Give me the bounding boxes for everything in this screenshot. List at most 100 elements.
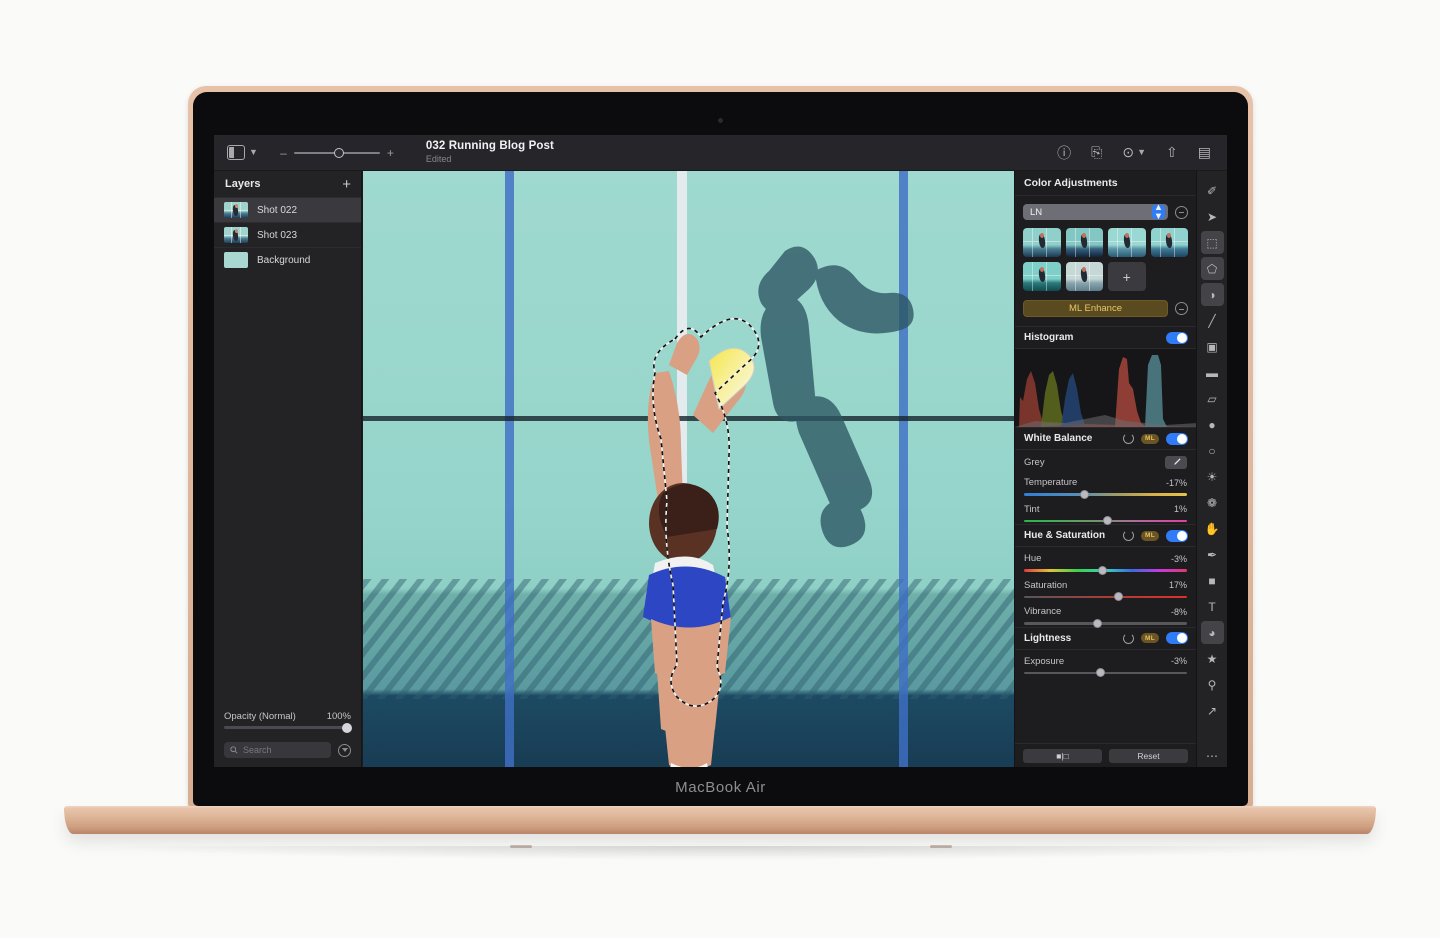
retouch-icon[interactable]: ✐	[1201, 179, 1224, 202]
control-slider[interactable]	[1024, 618, 1187, 628]
reset-button[interactable]: Reset	[1109, 748, 1188, 763]
view-mode-button[interactable]: ▼	[227, 145, 258, 160]
zoom-in-button[interactable]: +	[387, 147, 394, 159]
histogram-svg	[1015, 355, 1196, 427]
adjustment-sections: White Balance ML Grey Temperature -17% Tint 1%…	[1015, 427, 1196, 678]
revert-icon[interactable]	[1123, 632, 1134, 644]
preset-thumbnail[interactable]	[1023, 228, 1061, 257]
ml-enhance-row: ML Enhance	[1015, 300, 1196, 326]
layer-row[interactable]: Shot 023	[214, 222, 361, 247]
dodge-burn-icon[interactable]: ○	[1201, 439, 1224, 462]
control-label: Vibrance	[1024, 606, 1062, 617]
shape-icon[interactable]: ■	[1201, 569, 1224, 592]
sharpen-icon[interactable]: ☀	[1201, 465, 1224, 488]
add-preset-button[interactable]: +	[1108, 262, 1146, 291]
marquee-select-icon[interactable]: ⬚	[1200, 231, 1224, 254]
lasso-select-icon[interactable]: ⬠	[1200, 257, 1224, 280]
layers-footer: Opacity (Normal) 100% Search	[214, 705, 361, 767]
export-icon[interactable]: ⎘	[1091, 144, 1102, 161]
opacity-row[interactable]: Opacity (Normal) 100%	[224, 705, 351, 726]
ml-badge[interactable]: ML	[1141, 433, 1159, 444]
control-slider[interactable]	[1024, 565, 1187, 575]
control-label: Hue	[1024, 553, 1042, 564]
laptop-shadow	[110, 846, 1330, 860]
control-value: -3%	[1170, 656, 1187, 666]
text-icon[interactable]: T	[1201, 595, 1224, 618]
liquify-icon[interactable]: ✋	[1201, 517, 1224, 540]
section-toggle[interactable]	[1166, 529, 1188, 542]
eyedropper-icon[interactable]	[1165, 456, 1187, 469]
control-slider[interactable]	[1024, 489, 1187, 499]
layer-row[interactable]: Background	[214, 247, 361, 272]
slider-knob[interactable]	[1092, 618, 1102, 628]
search-input[interactable]: Search	[224, 742, 331, 758]
paint-bucket-icon[interactable]: ▣	[1201, 335, 1224, 358]
gradient-icon[interactable]: ◕	[1200, 621, 1224, 644]
smudge-icon[interactable]: ❁	[1201, 491, 1224, 514]
info-icon[interactable]: ⓘ	[1057, 143, 1071, 163]
ml-enhance-button[interactable]: ML Enhance	[1023, 300, 1168, 317]
minus-circle-icon[interactable]	[1175, 205, 1188, 219]
revert-icon[interactable]	[1123, 433, 1134, 444]
effects-icon[interactable]: ★	[1201, 647, 1224, 670]
layer-name: Shot 022	[257, 204, 298, 216]
chevron-down-icon: ▼	[249, 147, 258, 157]
control-value: -17%	[1165, 477, 1187, 488]
control-slider[interactable]	[1024, 592, 1187, 602]
zoom-slider[interactable]: – +	[280, 147, 394, 159]
inspector-toggle-icon[interactable]: ▤	[1198, 144, 1211, 161]
slider-knob[interactable]	[1102, 516, 1112, 526]
revert-icon[interactable]	[1123, 530, 1134, 541]
adjustment-control: Temperature -17%	[1015, 471, 1196, 499]
move-pointer-icon[interactable]: ➤	[1201, 205, 1224, 228]
slider-knob[interactable]	[1097, 565, 1107, 575]
opacity-slider[interactable]	[224, 722, 352, 733]
layers-panel: Layers + Shot 022 Shot 023 Background Opac…	[214, 171, 362, 767]
preset-select[interactable]: LN ▲ ▼	[1023, 202, 1168, 221]
control-value: -3%	[1170, 553, 1187, 564]
filter-icon[interactable]	[338, 743, 351, 757]
minus-circle-icon[interactable]	[1175, 302, 1188, 315]
clone-stamp-icon[interactable]: ●	[1201, 413, 1224, 436]
more-tools-icon[interactable]: ⋯	[1201, 744, 1224, 767]
share-icon[interactable]: ⇧	[1166, 144, 1178, 161]
color-picker-icon[interactable]: ↗	[1201, 699, 1224, 722]
layer-thumbnail	[224, 202, 248, 218]
control-label: Exposure	[1024, 655, 1065, 667]
preset-thumbnail[interactable]	[1150, 228, 1188, 257]
brush-icon[interactable]: ╱	[1201, 309, 1224, 332]
adjustment-control: Exposure -3%	[1015, 650, 1196, 678]
image-canvas[interactable]	[363, 171, 1014, 767]
section-toggle[interactable]	[1166, 632, 1188, 644]
ml-badge[interactable]: ML	[1141, 530, 1159, 541]
layers-title: Layers	[225, 178, 261, 190]
pen-icon[interactable]: ✒	[1201, 543, 1224, 566]
compare-button[interactable]: ■|□	[1023, 748, 1102, 763]
slider-knob[interactable]	[1079, 489, 1089, 499]
stepper-arrows-icon[interactable]: ▲ ▼	[1152, 202, 1165, 221]
control-slider[interactable]	[1024, 668, 1187, 678]
more-options-icon[interactable]: ⊙ ▼	[1122, 144, 1146, 161]
eraser-icon[interactable]: ▱	[1201, 387, 1224, 410]
inspector-title: Color Adjustments	[1015, 171, 1196, 196]
slider-knob[interactable]	[1096, 668, 1106, 678]
blur-icon[interactable]: ▬	[1201, 361, 1224, 384]
zoom-knob[interactable]	[333, 147, 344, 158]
zoom-out-button[interactable]: –	[280, 147, 287, 159]
layer-row[interactable]: Shot 022	[214, 197, 361, 222]
histogram-title: Histogram	[1024, 332, 1074, 343]
zoom-track[interactable]	[293, 147, 380, 158]
ml-badge[interactable]: ML	[1141, 633, 1159, 643]
zoom-icon[interactable]: ⚲	[1201, 673, 1224, 696]
opacity-knob[interactable]	[342, 722, 352, 733]
preset-thumbnail[interactable]	[1065, 228, 1103, 257]
preset-thumbnail[interactable]	[1065, 262, 1103, 291]
preset-thumbnail[interactable]	[1023, 262, 1061, 291]
magic-select-icon[interactable]: ◑	[1200, 283, 1224, 306]
add-layer-button[interactable]: +	[342, 177, 351, 192]
histogram-toggle[interactable]	[1166, 331, 1188, 344]
section-toggle[interactable]	[1166, 432, 1188, 445]
control-slider[interactable]	[1024, 516, 1187, 526]
layer-thumbnail	[224, 227, 248, 243]
preset-thumbnail[interactable]	[1108, 228, 1146, 257]
